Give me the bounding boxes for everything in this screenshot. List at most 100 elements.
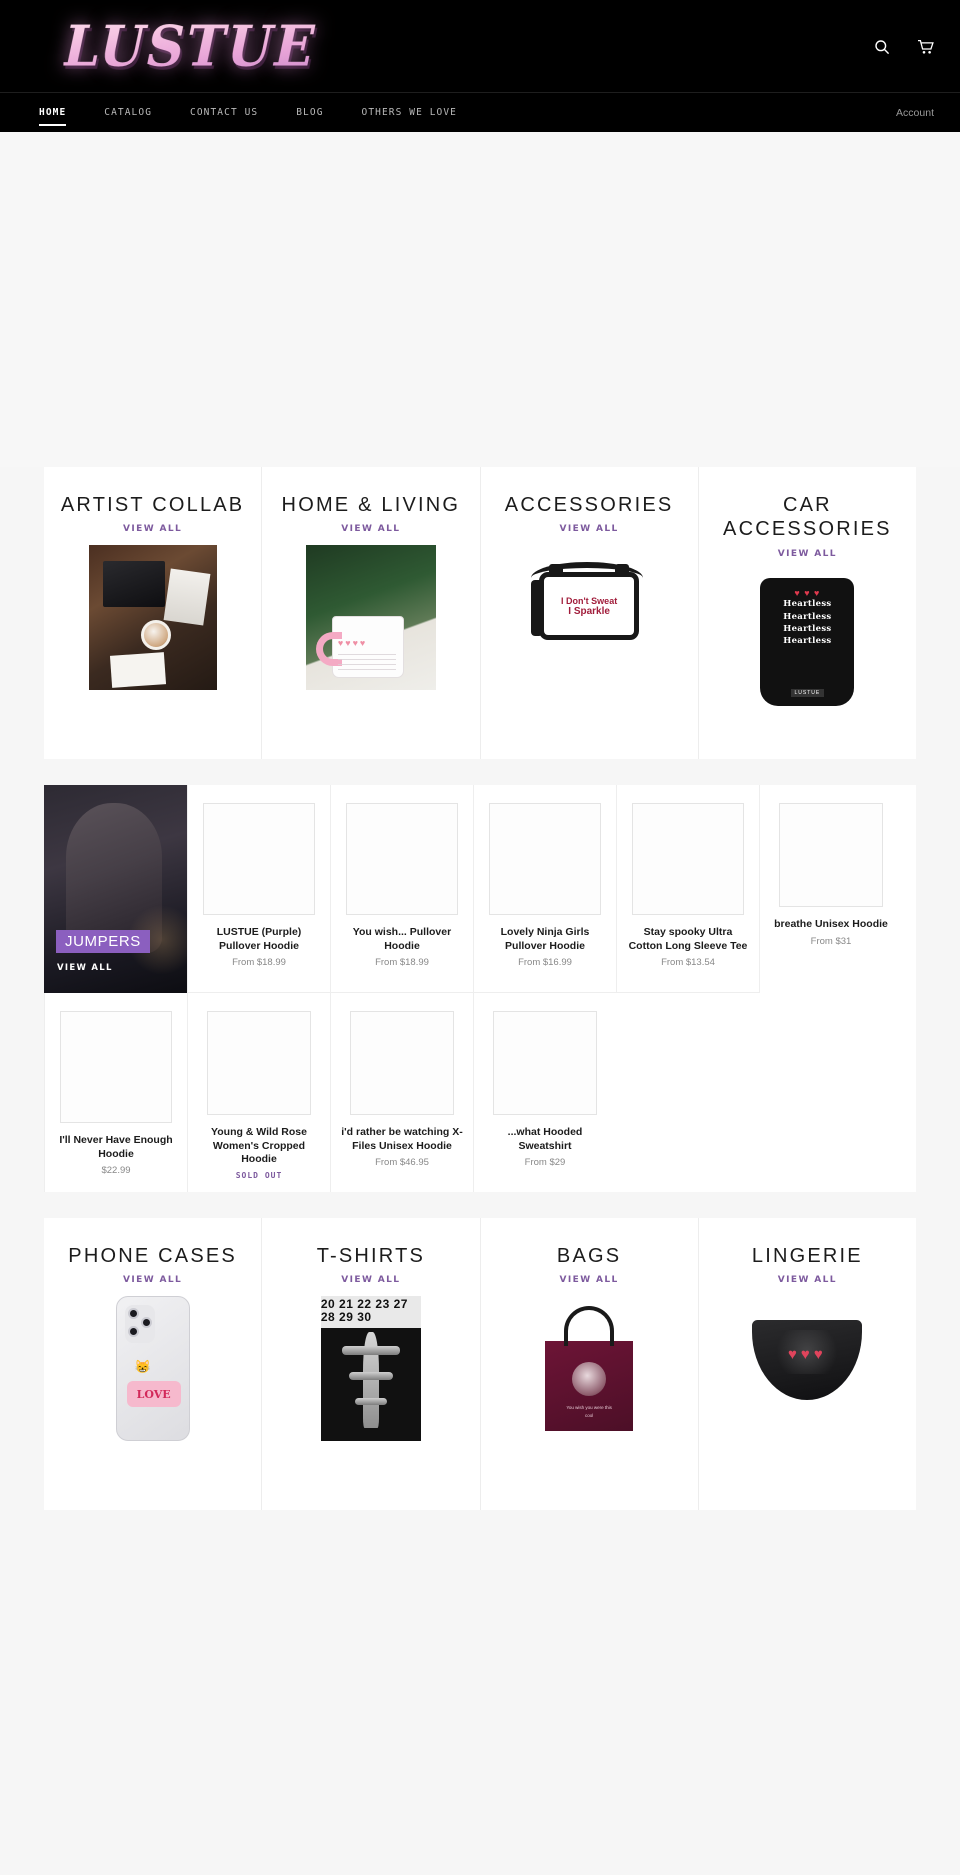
car-mat-image: ♥ ♥ ♥ Heartless Heartless Heartless Hear…	[742, 570, 872, 715]
hero-slideshow[interactable]	[0, 132, 960, 467]
search-icon[interactable]	[868, 33, 896, 61]
nav-item-others-we-love[interactable]: OTHERS WE LOVE	[343, 93, 476, 132]
view-all-link[interactable]: VIEW ALL	[123, 1275, 182, 1285]
product-thumbnail	[493, 1011, 597, 1115]
product-name: i'd rather be watching X-Files Unisex Ho…	[341, 1126, 463, 1152]
product-card[interactable]: ...what Hooded Sweatshirt From $29	[473, 993, 616, 1192]
nav-item-catalog[interactable]: CATALOG	[85, 93, 171, 132]
product-card[interactable]: Stay spooky Ultra Cotton Long Sleeve Tee…	[616, 785, 759, 993]
collection-title: ACCESSORIES	[504, 494, 674, 516]
product-thumbnail	[346, 803, 458, 915]
collection-card-t-shirts[interactable]: T-SHIRTS VIEW ALL 20 21 22 23 27 28 29 3…	[262, 1217, 481, 1510]
product-thumbnail	[60, 1011, 172, 1123]
product-name: ...what Hooded Sweatshirt	[507, 1126, 583, 1152]
product-price: From $13.54	[661, 957, 715, 969]
lingerie-image: ♥♥♥	[743, 1296, 871, 1424]
collection-card-car-accessories[interactable]: CAR ACCESSORIES VIEW ALL ♥ ♥ ♥ Heartless…	[698, 467, 916, 759]
product-card[interactable]: i'd rather be watching X-Files Unisex Ho…	[330, 993, 473, 1192]
view-all-link[interactable]: VIEW ALL	[341, 1275, 400, 1285]
product-name: You wish... Pullover Hoodie	[352, 926, 452, 952]
collection-title: T-SHIRTS	[316, 1244, 426, 1267]
car-mat-hearts: ♥ ♥ ♥	[794, 588, 821, 599]
product-card[interactable]: LUSTUE (Purple) Pullover Hoodie From $18…	[187, 785, 330, 993]
view-all-link[interactable]: VIEW ALL	[123, 524, 182, 534]
product-thumbnail	[632, 803, 744, 915]
collection-card-home-living[interactable]: HOME & LIVING VIEW ALL ♥♥♥♥	[262, 467, 481, 759]
car-mat-word: Heartless	[783, 611, 832, 622]
product-price: $22.99	[101, 1165, 131, 1177]
product-name: LUSTUE (Purple) Pullover Hoodie	[216, 926, 302, 952]
product-name: I'll Never Have Enough Hoodie	[59, 1134, 173, 1160]
product-name: Stay spooky Ultra Cotton Long Sleeve Tee	[628, 926, 748, 952]
tote-art-caption: You wish you were this cool	[566, 1405, 612, 1418]
product-price: From $46.95	[375, 1157, 429, 1169]
product-card[interactable]: I'll Never Have Enough Hoodie $22.99	[44, 993, 187, 1192]
mug-image: ♥♥♥♥	[305, 545, 436, 691]
product-card[interactable]: You wish... Pullover Hoodie From $18.99	[330, 785, 473, 993]
site-logo[interactable]: LUSTUE	[50, 12, 330, 80]
collection-title: HOME & LIVING	[281, 494, 461, 516]
collection-card-phone-cases[interactable]: PHONE CASES VIEW ALL 😸 LOVE	[44, 1217, 263, 1510]
collection-title: ARTIST COLLAB	[60, 494, 245, 516]
bag-art-line1: I Don't Sweat	[561, 595, 618, 606]
car-mat-brand: LUSTUE	[790, 689, 825, 698]
collection-row-top: ARTIST COLLAB VIEW ALL HOME & LIVING VIE…	[44, 467, 916, 759]
car-mat-word: Heartless	[783, 636, 832, 647]
collection-card-lingerie[interactable]: LINGERIE VIEW ALL ♥♥♥	[698, 1217, 916, 1510]
view-all-link[interactable]: VIEW ALL	[341, 524, 400, 534]
product-thumbnail	[207, 1011, 311, 1115]
collections-bottom-section: PHONE CASES VIEW ALL 😸 LOVE T-SHIRTS VIE…	[0, 1217, 960, 1510]
product-price: From $29	[524, 1157, 566, 1169]
collection-title: LINGERIE	[751, 1244, 863, 1267]
promo-label: JUMPERS	[56, 930, 150, 953]
product-price: From $18.99	[232, 957, 286, 969]
product-thumbnail	[779, 803, 883, 907]
product-price: From $31	[810, 935, 852, 947]
collections-top-section: ARTIST COLLAB VIEW ALL HOME & LIVING VIE…	[0, 467, 960, 759]
view-all-link[interactable]: VIEW ALL	[778, 1275, 837, 1285]
product-card[interactable]: Young & Wild Rose Women's Cropped Hoodie…	[187, 993, 330, 1192]
car-mat-word: Heartless	[783, 623, 832, 634]
nav-item-blog[interactable]: BLOG	[277, 93, 342, 132]
collection-card-bags[interactable]: BAGS VIEW ALL You wish you were this coo…	[480, 1217, 699, 1510]
products-grid: JUMPERS VIEW ALL LUSTUE (Purple) Pullove…	[44, 785, 916, 1192]
promo-view-all-link[interactable]: VIEW ALL	[57, 963, 113, 973]
lingerie-art-hearts: ♥♥♥	[788, 1346, 827, 1364]
collection-title: BAGS	[556, 1244, 622, 1267]
tee-art-numbers: 20 21 22 23 27 28 29 30	[320, 1296, 421, 1328]
view-all-link[interactable]: VIEW ALL	[778, 549, 837, 559]
account-link[interactable]: Account	[890, 93, 940, 132]
collection-title: PHONE CASES	[68, 1244, 237, 1267]
nav-item-home[interactable]: HOME	[20, 93, 85, 132]
tote-bag-image: You wish you were this cool	[524, 1296, 654, 1441]
product-card[interactable]: breathe Unisex Hoodie From $31	[759, 785, 902, 993]
product-thumbnail	[489, 803, 601, 915]
product-price: From $16.99	[518, 957, 572, 969]
promo-tile-jumpers[interactable]: JUMPERS VIEW ALL	[44, 785, 187, 993]
collection-row-bottom: PHONE CASES VIEW ALL 😸 LOVE T-SHIRTS VIE…	[44, 1217, 916, 1510]
product-thumbnail	[203, 803, 315, 915]
site-header: LUSTUE	[0, 0, 960, 92]
products-section: JUMPERS VIEW ALL LUSTUE (Purple) Pullove…	[0, 785, 960, 1192]
collection-card-artist-collab[interactable]: ARTIST COLLAB VIEW ALL	[44, 467, 263, 759]
product-name: Young & Wild Rose Women's Cropped Hoodie	[211, 1126, 307, 1166]
bag-art-line2: I Sparkle	[568, 605, 610, 617]
nav-items: HOME CATALOG CONTACT US BLOG OTHERS WE L…	[20, 93, 476, 132]
header-icons	[868, 33, 940, 61]
t-shirt-image: 20 21 22 23 27 28 29 30	[306, 1296, 436, 1442]
phone-case-image: 😸 LOVE	[88, 1296, 218, 1442]
logo-text: LUSTUE	[62, 13, 318, 79]
product-name: breathe Unisex Hoodie	[774, 918, 888, 930]
bag-image: I Don't Sweat I Sparkle	[525, 545, 653, 673]
product-price: From $18.99	[375, 957, 429, 969]
product-name: Lovely Ninja Girls Pullover Hoodie	[500, 926, 590, 952]
nav-item-contact-us[interactable]: CONTACT US	[171, 93, 277, 132]
phone-art-text: LOVE	[126, 1381, 181, 1408]
cart-icon[interactable]	[912, 33, 940, 61]
view-all-link[interactable]: VIEW ALL	[560, 524, 619, 534]
main-navigation: HOME CATALOG CONTACT US BLOG OTHERS WE L…	[0, 92, 960, 132]
product-thumbnail	[350, 1011, 454, 1115]
collection-card-accessories[interactable]: ACCESSORIES VIEW ALL I Don't Sweat I Spa…	[480, 467, 699, 759]
product-card[interactable]: Lovely Ninja Girls Pullover Hoodie From …	[473, 785, 616, 993]
view-all-link[interactable]: VIEW ALL	[560, 1275, 619, 1285]
